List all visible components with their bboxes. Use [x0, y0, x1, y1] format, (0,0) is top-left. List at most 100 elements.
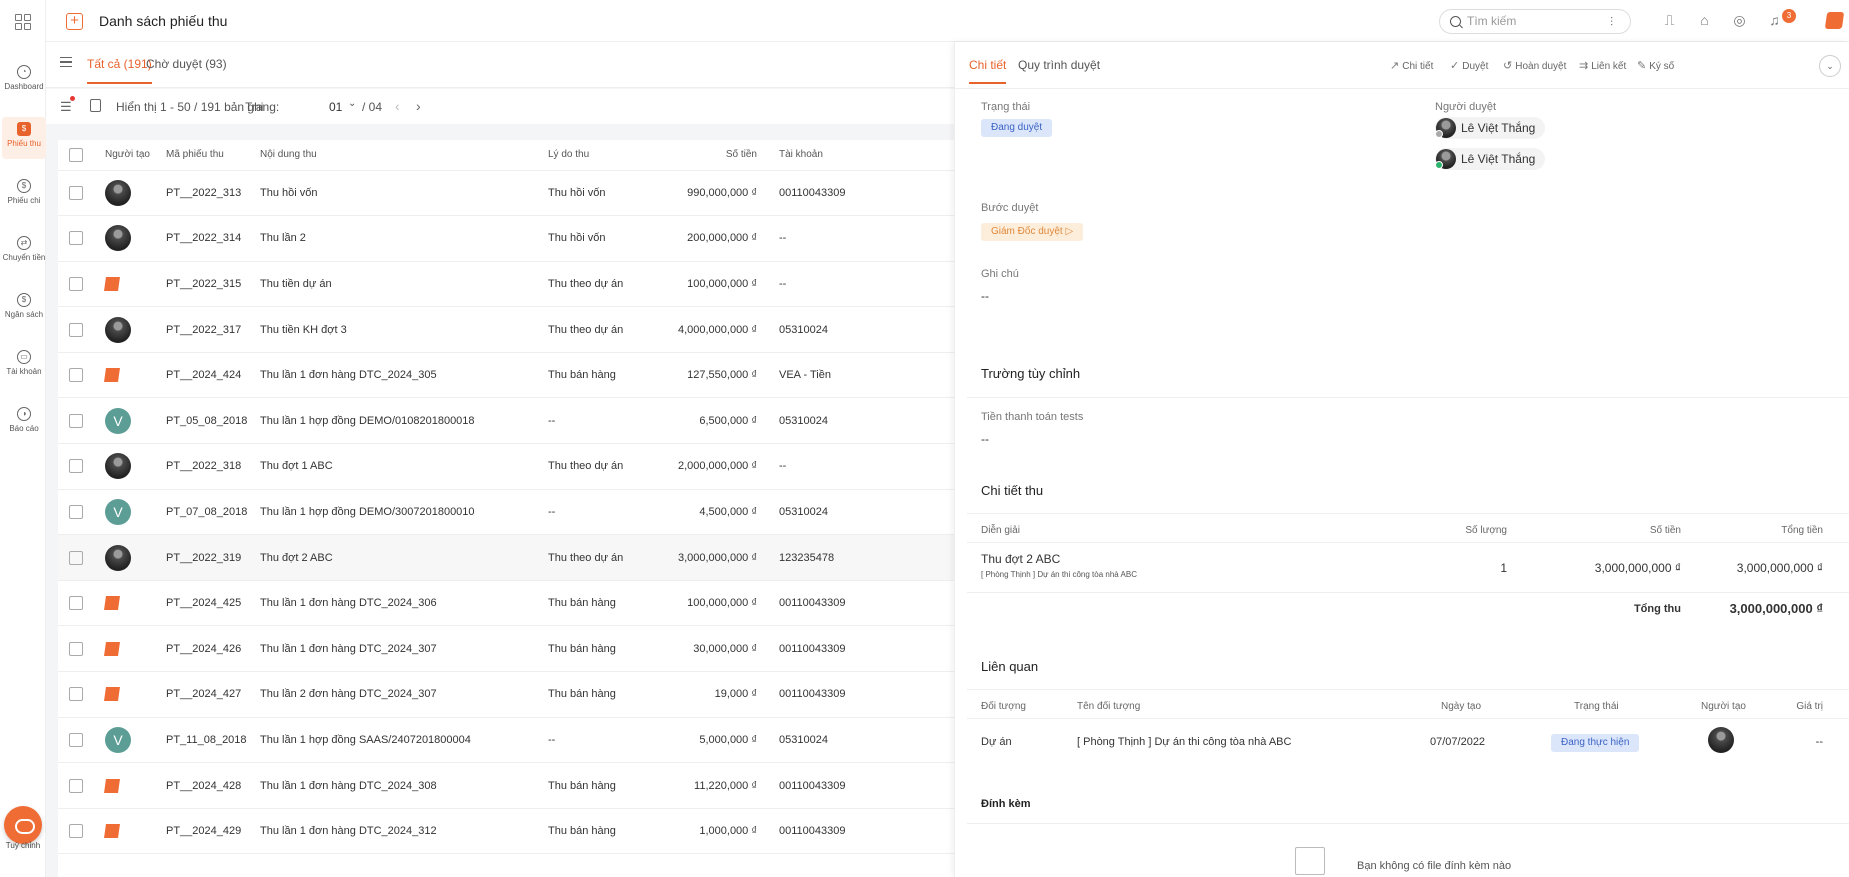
- tab-detail[interactable]: Chi tiết: [969, 58, 1007, 84]
- action-3-button[interactable]: ⇉ Liên kết: [1579, 59, 1626, 72]
- prev-page-icon[interactable]: ‹: [395, 98, 400, 114]
- action-0-button[interactable]: ↗ Chi tiết: [1390, 59, 1433, 72]
- row-checkbox[interactable]: [69, 687, 83, 702]
- menu-icon[interactable]: [60, 57, 72, 67]
- avatar: [105, 453, 131, 480]
- tab-all[interactable]: Tất cả (191): [87, 57, 152, 84]
- table-row[interactable]: PT__2024_428 Thu lần 1 đơn hàng DTC_2024_…: [58, 762, 954, 809]
- chat-icon[interactable]: ◎: [1731, 12, 1748, 29]
- receipt-account: 05310024: [765, 397, 954, 445]
- apps-grid-icon[interactable]: [15, 14, 31, 30]
- row-checkbox[interactable]: [69, 550, 83, 565]
- help-label: Tuỳ chỉnh: [5, 841, 41, 850]
- table-row[interactable]: PT__2022_315 Thu tiền dự án Thu theo dự án…: [58, 261, 954, 308]
- receipt-code[interactable]: PT__2024_428: [166, 762, 260, 809]
- row-checkbox[interactable]: [69, 231, 83, 246]
- table-row[interactable]: PT__2022_319 Thu đợt 2 ABC Thu theo dự án 3…: [58, 534, 954, 581]
- row-checkbox[interactable]: [69, 459, 83, 474]
- row-checkbox[interactable]: [69, 596, 83, 611]
- table-row[interactable]: V PT_05_08_2018 Thu lần 1 hợp đồng DEMO/01…: [58, 397, 954, 445]
- sum-label: Tổng thu: [1633, 603, 1681, 615]
- receipt-amount: 127,550,000 ₫: [658, 352, 765, 399]
- receipt-code[interactable]: PT_05_08_2018: [166, 397, 260, 445]
- table-row[interactable]: PT__2024_429 Thu lần 1 đơn hàng DTC_2024_…: [58, 808, 954, 855]
- row-checkbox[interactable]: [69, 185, 83, 200]
- receipt-code[interactable]: PT__2022_314: [166, 215, 260, 262]
- sidebar-item-phiếu-thu[interactable]: $ Phiếu thu: [2, 117, 46, 159]
- receipt-code[interactable]: PT__2022_315: [166, 261, 260, 308]
- sidebar-item-chuyển-tiền[interactable]: ⇄ Chuyển tiền: [2, 231, 46, 273]
- filter-settings-icon[interactable]: ☰: [60, 99, 72, 115]
- receipt-reason: --: [548, 489, 658, 536]
- sidebar-item-dashboard[interactable]: ◔ Dashboard: [2, 60, 46, 102]
- rel-name-link[interactable]: [ Phòng Thịnh ] Dự án thi công tòa nhà A…: [1077, 736, 1291, 748]
- table-row[interactable]: PT__2022_314 Thu lần 2 Thu hồi vốn 200,000,…: [58, 215, 954, 262]
- receipt-code[interactable]: PT__2024_426: [166, 625, 260, 673]
- receipt-amount: 100,000,000 ₫: [658, 580, 765, 627]
- row-checkbox[interactable]: [69, 276, 83, 291]
- chevron-down-icon[interactable]: ⌄: [348, 98, 356, 109]
- bookmark-icon[interactable]: ⎍: [1661, 12, 1678, 29]
- add-receipt-button[interactable]: +: [66, 13, 83, 30]
- sidebar-item-phiếu-chi[interactable]: $ Phiếu chi: [2, 174, 46, 216]
- brand-logo-icon[interactable]: [1824, 12, 1845, 29]
- tab-approval-flow[interactable]: Quy trình duyệt: [1018, 58, 1100, 72]
- collapse-button[interactable]: ⌄: [1819, 55, 1841, 77]
- row-checkbox[interactable]: [69, 641, 83, 656]
- receipt-code[interactable]: PT__2024_424: [166, 352, 260, 399]
- list-view-icon[interactable]: [90, 99, 101, 112]
- receipt-code[interactable]: PT__2024_425: [166, 580, 260, 627]
- sidebar-item-ngân-sách[interactable]: $ Ngân sách: [2, 288, 46, 330]
- table-row[interactable]: PT__2024_426 Thu lần 1 đơn hàng DTC_2024_…: [58, 625, 954, 673]
- receipt-code[interactable]: PT_11_08_2018: [166, 717, 260, 764]
- chat-support-button[interactable]: [4, 806, 42, 844]
- table-row[interactable]: PT__2024_427 Thu lần 2 đơn hàng DTC_2024_…: [58, 671, 954, 718]
- table-row[interactable]: V PT_07_08_2018 Thu lần 1 hợp đồng DEMO/30…: [58, 489, 954, 536]
- sidebar-item-báo-cáo[interactable]: ◑ Báo cáo: [2, 402, 46, 444]
- table-row[interactable]: PT__2022_313 Thu hồi vốn Thu hồi vốn 990,00…: [58, 170, 954, 217]
- notification-badge: 3: [1782, 9, 1796, 23]
- sidebar-item-tài-khoản[interactable]: ▭ Tài khoản: [2, 345, 46, 387]
- row-checkbox[interactable]: [69, 322, 83, 337]
- table-row[interactable]: V PT_11_08_2018 Thu lần 1 hợp đồng SAAS/24…: [58, 717, 954, 764]
- receipt-code[interactable]: PT__2022_318: [166, 443, 260, 490]
- col-creator[interactable]: Người tạo: [92, 140, 166, 171]
- search-input[interactable]: [1467, 14, 1597, 28]
- bell-icon[interactable]: ♫: [1766, 12, 1783, 29]
- row-checkbox[interactable]: [69, 778, 83, 793]
- row-checkbox[interactable]: [69, 368, 83, 383]
- action-4-button[interactable]: ✎ Ký số: [1637, 59, 1674, 72]
- row-checkbox[interactable]: [69, 824, 83, 839]
- table-row[interactable]: PT__2024_425 Thu lần 1 đơn hàng DTC_2024_…: [58, 580, 954, 627]
- approver-chip[interactable]: Lê Việt Thắng: [1435, 148, 1546, 170]
- table-row[interactable]: PT__2024_424 Thu lần 1 đơn hàng DTC_2024_…: [58, 352, 954, 399]
- row-checkbox[interactable]: [69, 504, 83, 519]
- col-account[interactable]: Tài khoản: [765, 140, 954, 171]
- receipt-code[interactable]: PT__2024_429: [166, 808, 260, 855]
- divider: [967, 689, 1849, 690]
- table-row[interactable]: PT__2022_317 Thu tiền KH đợt 3 Thu theo dự…: [58, 306, 954, 353]
- home-icon[interactable]: ⌂: [1696, 12, 1713, 29]
- tab-pending[interactable]: Chờ duyệt (93): [146, 57, 227, 71]
- action-1-button[interactable]: ✓ Duyệt: [1450, 59, 1488, 72]
- action-2-button[interactable]: ↺ Hoàn duyệt: [1503, 59, 1566, 72]
- col-amount[interactable]: Số tiền: [658, 140, 765, 171]
- table-row[interactable]: PT__2022_318 Thu đợt 1 ABC Thu theo dự án 2…: [58, 443, 954, 490]
- receipt-code[interactable]: PT__2022_317: [166, 306, 260, 353]
- next-page-icon[interactable]: ›: [416, 98, 421, 114]
- select-all-checkbox[interactable]: [69, 147, 83, 162]
- col-content[interactable]: Nội dung thu: [260, 140, 548, 171]
- page-select[interactable]: 01: [329, 100, 342, 114]
- approver-chip[interactable]: Lê Việt Thắng: [1435, 117, 1546, 139]
- receipt-code[interactable]: PT__2022_313: [166, 170, 260, 217]
- avatar: V: [105, 407, 131, 434]
- col-reason[interactable]: Lý do thu: [548, 140, 658, 171]
- row-checkbox[interactable]: [69, 413, 83, 428]
- col-code[interactable]: Mã phiếu thu: [166, 140, 260, 171]
- row-checkbox[interactable]: [69, 732, 83, 747]
- search-box[interactable]: ⫶: [1439, 9, 1631, 34]
- receipt-code[interactable]: PT__2022_319: [166, 534, 260, 581]
- receipt-code[interactable]: PT_07_08_2018: [166, 489, 260, 536]
- receipt-code[interactable]: PT__2024_427: [166, 671, 260, 718]
- filter-sliders-icon[interactable]: ⫶: [1610, 15, 1613, 30]
